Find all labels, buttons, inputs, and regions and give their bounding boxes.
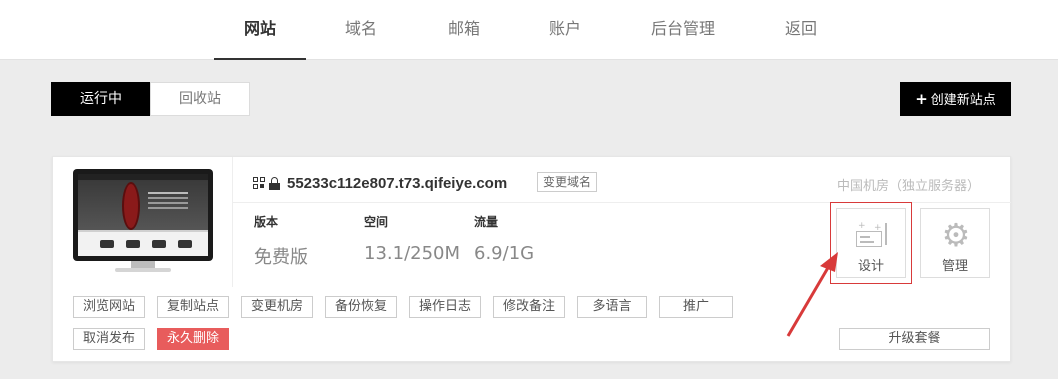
space-label: 空间 — [364, 215, 389, 229]
tab-recycle-bin[interactable]: 回收站 — [150, 82, 250, 116]
change-server-button[interactable]: 变更机房 — [241, 296, 313, 318]
highlight-box — [830, 202, 912, 284]
unlock-icon — [269, 176, 281, 190]
nav-item-account[interactable]: 账户 — [519, 0, 611, 60]
gear-icon: ⚙ — [941, 216, 971, 254]
domain-line: 55233c112e807.t73.qifeiye.com — [253, 173, 507, 193]
traffic-label: 流量 — [474, 215, 499, 229]
operation-log-button[interactable]: 操作日志 — [409, 296, 481, 318]
nav-item-back[interactable]: 返回 — [755, 0, 847, 60]
nav-item-mail[interactable]: 邮箱 — [418, 0, 510, 60]
manage-button[interactable]: ⚙ 管理 — [920, 208, 990, 278]
cancel-publish-button[interactable]: 取消发布 — [73, 328, 145, 350]
server-location: 中国机房（独立服务器） — [836, 179, 980, 194]
nav-item-domain[interactable]: 域名 — [315, 0, 407, 60]
browse-site-button[interactable]: 浏览网站 — [73, 296, 145, 318]
nav-item-admin[interactable]: 后台管理 — [637, 0, 729, 60]
space-value: 13.1/250M — [364, 243, 461, 264]
change-domain-button[interactable]: 变更域名 — [537, 172, 598, 192]
plus-icon: + — [915, 90, 928, 108]
version-value: 免费版 — [254, 247, 308, 268]
site-thumbnail — [78, 174, 208, 256]
manage-label: 管理 — [941, 259, 968, 274]
top-nav: 网站 域名 邮箱 账户 后台管理 返回 — [0, 0, 1058, 60]
create-site-label: 创建新站点 — [930, 93, 996, 108]
promote-button[interactable]: 推广 — [659, 296, 733, 318]
monitor-frame — [73, 169, 213, 261]
qr-code-icon[interactable] — [253, 177, 265, 189]
traffic-value: 6.9/1G — [474, 243, 535, 264]
site-preview[interactable] — [53, 157, 233, 287]
monitor-base — [115, 268, 171, 272]
tab-running[interactable]: 运行中 — [51, 82, 151, 116]
create-site-button[interactable]: + 创建新站点 — [900, 82, 1011, 116]
nav-item-website[interactable]: 网站 — [214, 0, 306, 60]
site-domain[interactable]: 55233c112e807.t73.qifeiye.com — [287, 175, 507, 192]
backup-restore-button[interactable]: 备份恢复 — [325, 296, 397, 318]
version-label: 版本 — [254, 215, 279, 229]
multi-language-button[interactable]: 多语言 — [577, 296, 647, 318]
edit-note-button[interactable]: 修改备注 — [493, 296, 565, 318]
upgrade-plan-button[interactable]: 升级套餐 — [839, 328, 990, 350]
delete-permanently-button[interactable]: 永久删除 — [157, 328, 229, 350]
copy-site-button[interactable]: 复制站点 — [157, 296, 229, 318]
